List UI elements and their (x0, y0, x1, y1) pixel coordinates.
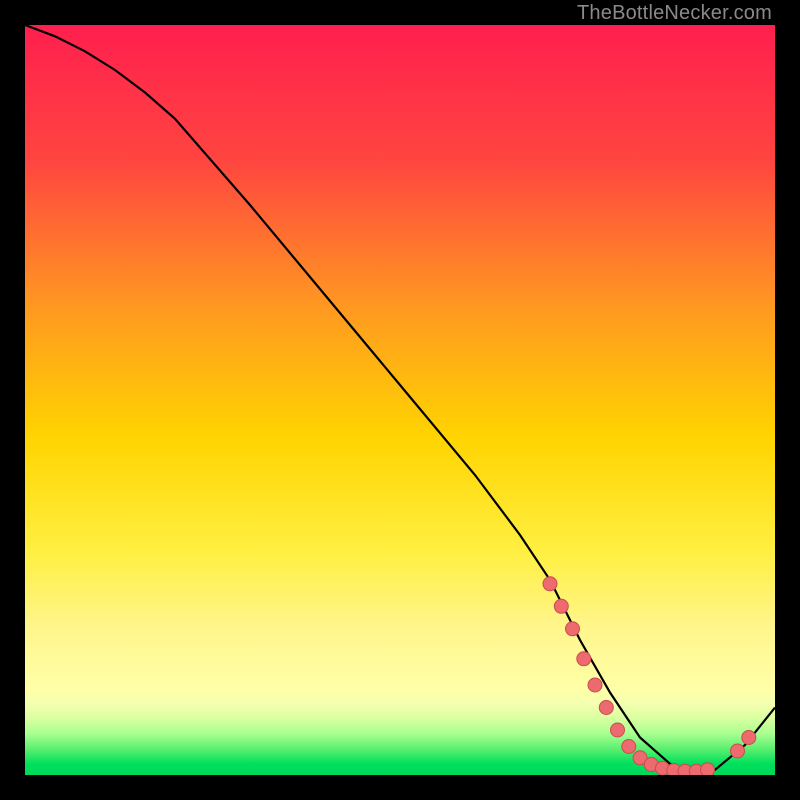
chart-frame (25, 25, 775, 775)
marker-dot (554, 599, 568, 613)
marker-dot (701, 763, 715, 775)
marker-dot (577, 652, 591, 666)
marker-dot (731, 744, 745, 758)
marker-dot (611, 723, 625, 737)
gradient-background (25, 25, 775, 775)
marker-dot (599, 701, 613, 715)
marker-dot (742, 731, 756, 745)
watermark-text: TheBottleNecker.com (577, 2, 772, 25)
marker-dot (622, 740, 636, 754)
bottleneck-chart (25, 25, 775, 775)
marker-dot (543, 577, 557, 591)
marker-dot (588, 678, 602, 692)
marker-dot (566, 622, 580, 636)
